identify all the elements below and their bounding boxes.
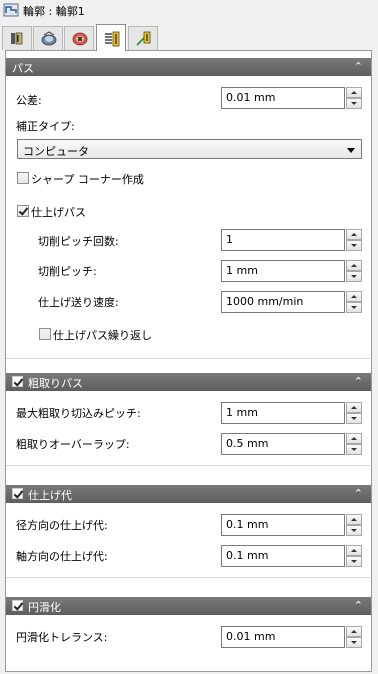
compensation-label: 補正タイプ:: [16, 120, 75, 133]
repeat-finishing-label: 仕上げパス繰り返し: [53, 329, 152, 342]
stepover-decrement-button[interactable]: [346, 271, 362, 282]
radial-stock-label: 径方向の仕上げ代:: [16, 519, 108, 532]
smoothing-tolerance-spinner: 0.01 mm: [221, 626, 362, 648]
max-stepdown-field[interactable]: 1 mm: [221, 402, 345, 424]
radial-stock-field[interactable]: 0.1 mm: [221, 514, 345, 536]
stepover-count-increment-button[interactable]: [346, 229, 362, 240]
section-roughing: 粗取りパス ⌃ 最大粗取り切込みピッチ: 1 mm 粗取りオーバーラップ: 0.…: [6, 373, 371, 466]
roughing-overlap-field[interactable]: 0.5 mm: [221, 433, 345, 455]
roughing-overlap-decrement-button[interactable]: [346, 444, 362, 455]
sharp-corner-checkbox[interactable]: [17, 172, 29, 184]
stepover-count-field[interactable]: 1: [221, 229, 345, 251]
stock-enable-checkbox[interactable]: [12, 488, 23, 499]
feedrate-field[interactable]: 1000 mm/min: [221, 291, 345, 313]
axial-stock-label: 軸方向の仕上げ代:: [16, 550, 108, 563]
section-smoothing: 円滑化 ⌃ 円滑化トレランス: 0.01 mm: [6, 597, 371, 659]
contour-operation-icon: [3, 3, 19, 17]
passes-icon: [105, 31, 120, 47]
feedrate-increment-button[interactable]: [346, 291, 362, 302]
tolerance-label: 公差:: [16, 94, 42, 107]
stepover-increment-button[interactable]: [346, 260, 362, 271]
axial-stock-increment-button[interactable]: [346, 545, 362, 556]
roughing-overlap-increment-button[interactable]: [346, 433, 362, 444]
feature-icon: [41, 31, 57, 46]
chevron-down-icon: [347, 148, 355, 153]
stepover-count-decrement-button[interactable]: [346, 240, 362, 251]
axial-stock-spinner: 0.1 mm: [221, 545, 362, 567]
tool-icon: [11, 32, 23, 45]
smoothing-tolerance-increment-button[interactable]: [346, 626, 362, 637]
title-bar: 輪郭 : 輪郭1: [0, 0, 378, 20]
smoothing-enable-checkbox[interactable]: [12, 600, 23, 611]
section-roughing-title: 粗取りパス: [28, 377, 83, 390]
section-smoothing-title: 円滑化: [28, 601, 61, 614]
collapse-icon[interactable]: ⌃: [354, 600, 363, 611]
feedrate-spinner: 1000 mm/min: [221, 291, 362, 313]
section-roughing-header[interactable]: 粗取りパス ⌃: [6, 373, 371, 391]
properties-panel: パス ⌃ 公差: 0.01 mm 補正タイプ: コンピュータ シャープ コーナー…: [5, 50, 372, 672]
radial-stock-increment-button[interactable]: [346, 514, 362, 525]
section-pass-title: パス: [12, 62, 34, 75]
section-stock-body: 径方向の仕上げ代: 0.1 mm 軸方向の仕上げ代: 0.1 mm: [6, 503, 371, 578]
axial-stock-decrement-button[interactable]: [346, 556, 362, 567]
tolerance-decrement-button[interactable]: [346, 98, 362, 109]
heights-icon: [72, 32, 88, 46]
section-roughing-body: 最大粗取り切込みピッチ: 1 mm 粗取りオーバーラップ: 0.5 mm: [6, 391, 371, 466]
collapse-icon[interactable]: ⌃: [354, 488, 363, 499]
max-stepdown-increment-button[interactable]: [346, 402, 362, 413]
radial-stock-decrement-button[interactable]: [346, 525, 362, 536]
collapse-icon[interactable]: ⌃: [354, 61, 363, 72]
section-smoothing-header[interactable]: 円滑化 ⌃: [6, 597, 371, 615]
compensation-select[interactable]: コンピュータ: [17, 139, 362, 159]
tab-heights[interactable]: [64, 26, 94, 50]
tolerance-spinner: 0.01 mm: [221, 87, 362, 109]
stepover-count-spinner: 1: [221, 229, 362, 251]
roughing-overlap-spinner: 0.5 mm: [221, 433, 362, 455]
max-stepdown-decrement-button[interactable]: [346, 413, 362, 424]
tab-passes[interactable]: [96, 24, 126, 51]
section-stock-header[interactable]: 仕上げ代 ⌃: [6, 485, 371, 503]
max-stepdown-label: 最大粗取り切込みピッチ:: [16, 407, 141, 420]
section-pass-header[interactable]: パス ⌃: [6, 58, 371, 76]
axial-stock-field[interactable]: 0.1 mm: [221, 545, 345, 567]
tab-feature[interactable]: [33, 26, 63, 50]
section-pass: パス ⌃ 公差: 0.01 mm 補正タイプ: コンピュータ シャープ コーナー…: [6, 58, 371, 359]
sharp-corner-label: シャープ コーナー作成: [31, 173, 144, 186]
collapse-icon[interactable]: ⌃: [354, 376, 363, 387]
tab-strip: [2, 24, 378, 51]
section-pass-body: 公差: 0.01 mm 補正タイプ: コンピュータ シャープ コーナー作成 仕上…: [6, 76, 371, 359]
section-stock-title: 仕上げ代: [28, 489, 72, 502]
window-title: 輪郭 : 輪郭1: [23, 5, 85, 18]
feedrate-label: 仕上げ送り速度:: [38, 296, 119, 309]
section-smoothing-body: 円滑化トレランス: 0.01 mm: [6, 615, 371, 659]
radial-stock-spinner: 0.1 mm: [221, 514, 362, 536]
compensation-value: コンピュータ: [23, 145, 89, 158]
stepover-field[interactable]: 1 mm: [221, 260, 345, 282]
stepover-spinner: 1 mm: [221, 260, 362, 282]
finishing-label: 仕上げパス: [31, 206, 86, 219]
max-stepdown-spinner: 1 mm: [221, 402, 362, 424]
feedrate-decrement-button[interactable]: [346, 302, 362, 313]
smoothing-tolerance-decrement-button[interactable]: [346, 637, 362, 648]
repeat-finishing-checkbox[interactable]: [39, 328, 51, 340]
smoothing-tolerance-label: 円滑化トレランス:: [16, 631, 108, 644]
roughing-overlap-label: 粗取りオーバーラップ:: [16, 438, 130, 451]
section-stock: 仕上げ代 ⌃ 径方向の仕上げ代: 0.1 mm 軸方向の仕上げ代: 0.1 mm: [6, 485, 371, 578]
stepover-count-label: 切削ピッチ回数:: [38, 235, 119, 248]
tolerance-increment-button[interactable]: [346, 87, 362, 98]
tab-tool[interactable]: [2, 26, 32, 50]
tolerance-field[interactable]: 0.01 mm: [221, 87, 345, 109]
finishing-checkbox[interactable]: [17, 205, 29, 217]
roughing-enable-checkbox[interactable]: [12, 376, 23, 387]
linking-icon: [136, 31, 151, 46]
smoothing-tolerance-field[interactable]: 0.01 mm: [221, 626, 345, 648]
tab-linking[interactable]: [128, 26, 158, 50]
stepover-label: 切削ピッチ:: [38, 265, 97, 278]
